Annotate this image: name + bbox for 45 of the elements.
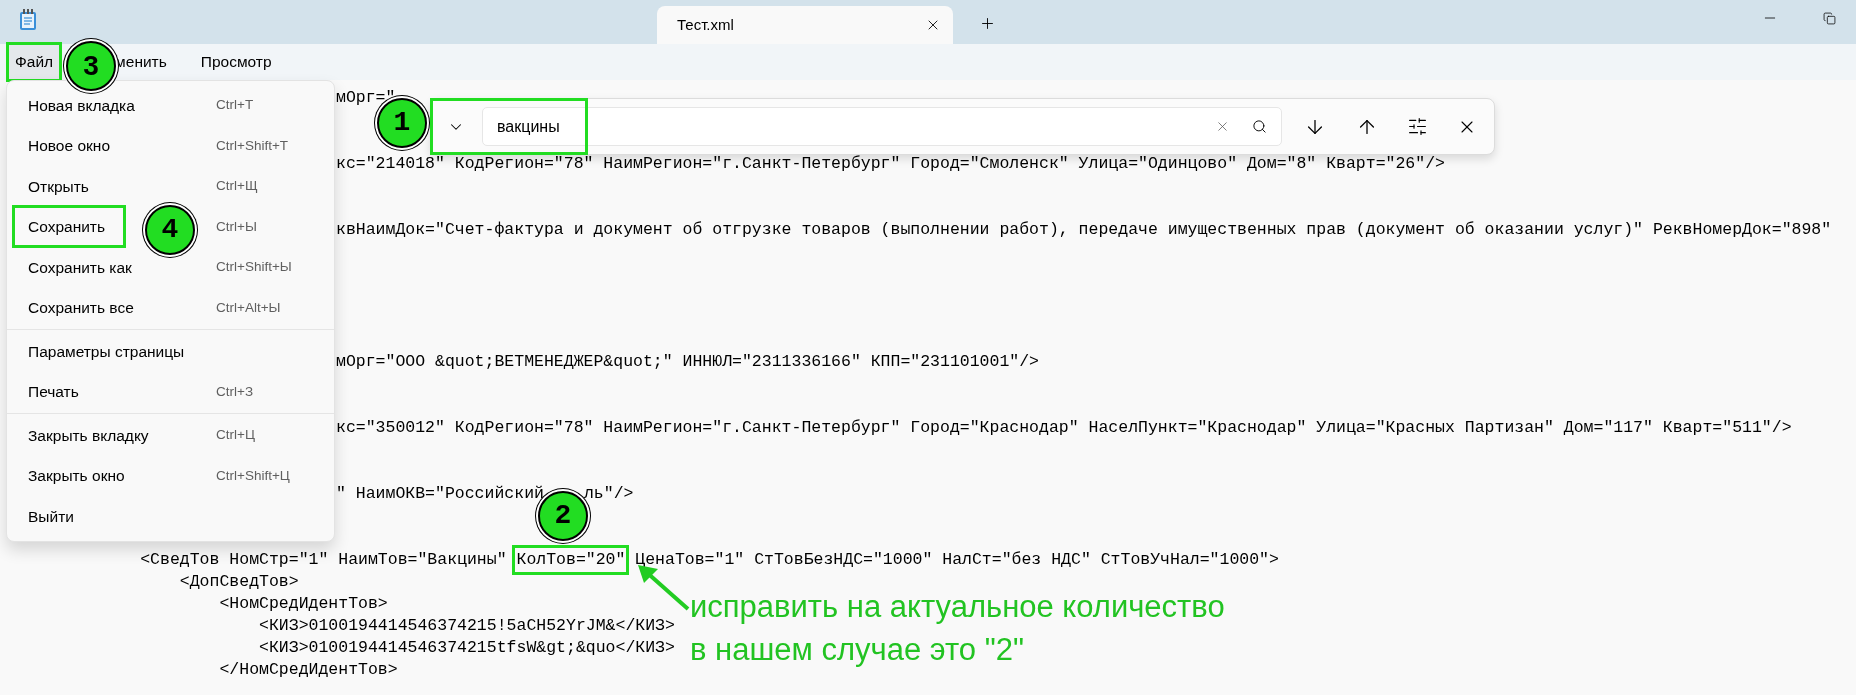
code-text: мОрг="ООО &quot;ВЕТМЕНЕДЖЕР&quot;" ИННЮЛ="2311336166" КПП="231101001"/> [336,351,1039,373]
menu-option[interactable]: Сохранить все [28,296,134,320]
menu-item[interactable]: Файл [9,45,60,79]
code-text: <КИЗ>0100194414546374215!5aCH52YrJM&</КИЗ> [258,615,675,637]
shortcut-label: Ctrl+Shift+Ы [216,258,292,277]
annotation-note: исправить на актуальное количество [690,588,1225,626]
menu-option[interactable]: Параметры страницы [28,339,185,363]
shortcut-label: Ctrl+Щ [216,177,258,196]
shortcut-label: Ctrl+З [216,382,254,401]
menu-item[interactable]: Просмотр [194,45,278,79]
menu-option[interactable]: Печать [28,380,79,404]
options-icon[interactable] [1407,116,1428,137]
annotation-note: в нашем случае это "2" [690,631,1025,669]
clear-icon[interactable] [1215,119,1230,134]
code-text: <КИЗ>0100194414546374215tfsW&gt;&quo</КИЗ> [258,637,675,659]
code-text: <НомСредИдентТов> [218,593,388,615]
menu-option[interactable]: Сохранить как [28,255,132,279]
search-icon[interactable] [1252,119,1267,134]
code-text: <СведТов НомСтр="1" НаимТов="Вакцины" [139,549,508,571]
search-field[interactable]: вакцины [482,107,1282,146]
code-text: квНаимДок="Счет-фактура и документ об отгрузке товаров (выполнении работ), передаче имущественных прав (документ об оказании услуг)" РеквНомерДок="898" [336,219,1832,241]
menu-option[interactable]: Открыть [28,174,89,198]
menu-option[interactable]: Закрыть окно [28,464,125,488]
new-tab-icon[interactable] [979,15,996,32]
menu-option[interactable]: Новое окно [28,134,110,158]
menu-option[interactable]: Новая вкладка [28,93,135,117]
file-tab[interactable]: Тест.xml [657,6,953,44]
number-marker: 4 [145,205,195,255]
code-text: кс="214018" КодРегион="78" НаимРегион="г.Санкт-Петербург" Город="Смоленск" Улица="Одинцово" Дом="8" Кварт="26"/> [336,153,1445,175]
notepad-icon [19,9,37,31]
shortcut-label: Ctrl+T [216,96,254,115]
menu-option[interactable]: Сохранить [12,205,127,249]
number-marker: 3 [66,41,116,91]
shortcut-label: Ctrl+Shift+Ц [216,466,290,485]
shortcut-label: Ctrl+Shift+T [216,136,289,155]
code-text: </НомСредИдентТов> [218,659,398,681]
restore-icon[interactable] [1823,12,1836,25]
shortcut-label: Ctrl+Ы [216,217,257,236]
shortcut-label: Ctrl+Alt+Ы [216,298,281,317]
menu-option[interactable]: Закрыть вкладку [28,423,149,447]
code-text: ЦенаТов="1" СтТовБезНДС="1000" НалСт="без НДС" СтТовУчНал="1000"> [634,549,1279,571]
code-text: <ДопСведТов> [178,571,299,593]
menu-option[interactable]: Выйти [28,504,74,528]
code-text: кс="350012" КодРегион="78" НаимРегион="г.Санкт-Петербург" Город="Краснодар" НаселПункт="Краснодар" Улица="Красных Партизан" Дом="117" Кварт="511"/> [336,417,1792,439]
shortcut-label: Ctrl+Ц [216,426,255,445]
